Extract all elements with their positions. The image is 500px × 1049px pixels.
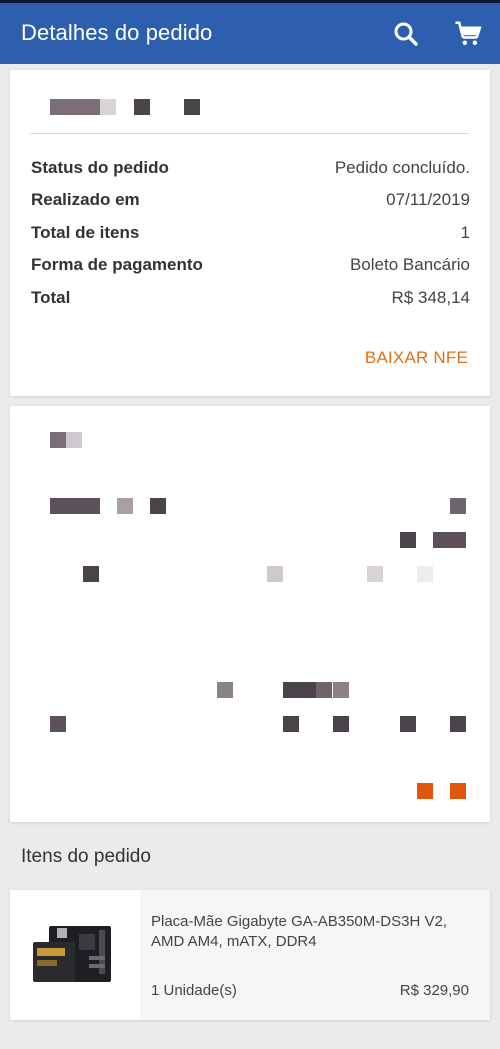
redacted-block bbox=[150, 498, 166, 514]
redacted-block bbox=[450, 498, 466, 514]
row-label: Total de itens bbox=[31, 223, 140, 242]
row-label: Forma de pagamento bbox=[31, 255, 203, 274]
redacted-block bbox=[83, 566, 99, 582]
redacted-block bbox=[433, 532, 466, 548]
motherboard-icon bbox=[33, 926, 111, 982]
redacted-block bbox=[217, 682, 233, 698]
redacted-block bbox=[117, 498, 133, 514]
row-value: R$ 348,14 bbox=[391, 288, 470, 307]
row-label: Status do pedido bbox=[31, 158, 169, 177]
redacted-block bbox=[50, 716, 66, 732]
redacted-block bbox=[283, 682, 316, 698]
redacted-block bbox=[417, 566, 433, 582]
redacted-block bbox=[283, 716, 299, 732]
row-value: 1 bbox=[460, 223, 470, 242]
summary-row-date: Realizado em 07/11/2019 bbox=[31, 188, 470, 212]
redacted-block bbox=[50, 498, 100, 514]
row-value: Pedido concluído. bbox=[334, 158, 470, 177]
row-label: Total bbox=[31, 288, 71, 307]
row-value: 07/11/2019 bbox=[386, 190, 470, 209]
redacted-action[interactable] bbox=[417, 783, 433, 799]
redacted-block bbox=[267, 566, 283, 582]
cart-icon[interactable] bbox=[453, 19, 483, 49]
item-name[interactable]: Placa-Mãe Gigabyte GA-AB350M-DS3H V2, AM… bbox=[151, 912, 471, 952]
summary-row-status: Status do pedido Pedido concluído. bbox=[31, 156, 470, 180]
redacted-block bbox=[184, 99, 200, 115]
redacted-block bbox=[400, 532, 416, 548]
order-item-card[interactable]: Placa-Mãe Gigabyte GA-AB350M-DS3H V2, AM… bbox=[10, 890, 490, 1020]
app-bar: Detalhes do pedido bbox=[0, 0, 500, 64]
download-nfe-button[interactable]: BAIXAR NFE bbox=[365, 348, 468, 368]
redacted-block bbox=[316, 682, 332, 698]
redacted-block bbox=[50, 432, 66, 448]
summary-row-total: Total R$ 348,14 bbox=[31, 286, 470, 310]
redacted-action[interactable] bbox=[450, 783, 466, 799]
summary-row-item-count: Total de itens 1 bbox=[31, 221, 470, 245]
redacted-block bbox=[66, 432, 82, 448]
redacted-block bbox=[400, 716, 416, 732]
redacted-block bbox=[367, 566, 383, 582]
row-label: Realizado em bbox=[31, 190, 140, 209]
product-image bbox=[10, 890, 140, 1020]
row-value: Boleto Bancário bbox=[349, 255, 470, 274]
item-details-area bbox=[140, 890, 490, 1020]
redacted-block bbox=[333, 716, 349, 732]
redacted-block bbox=[450, 716, 466, 732]
search-icon[interactable] bbox=[391, 19, 421, 49]
redacted-block bbox=[134, 99, 150, 115]
summary-row-payment: Forma de pagamento Boleto Bancário bbox=[31, 253, 470, 277]
order-summary-card: Status do pedido Pedido concluído. Reali… bbox=[10, 70, 490, 396]
page-title: Detalhes do pedido bbox=[21, 20, 213, 45]
item-price: R$ 329,90 bbox=[399, 982, 469, 999]
divider bbox=[30, 133, 469, 134]
redacted-block bbox=[100, 99, 116, 115]
items-section-title: Itens do pedido bbox=[21, 846, 151, 867]
redacted-block bbox=[50, 99, 100, 115]
redacted-block bbox=[333, 682, 349, 698]
item-quantity: 1 Unidade(s) bbox=[151, 982, 237, 999]
redacted-delivery-card bbox=[10, 406, 490, 822]
